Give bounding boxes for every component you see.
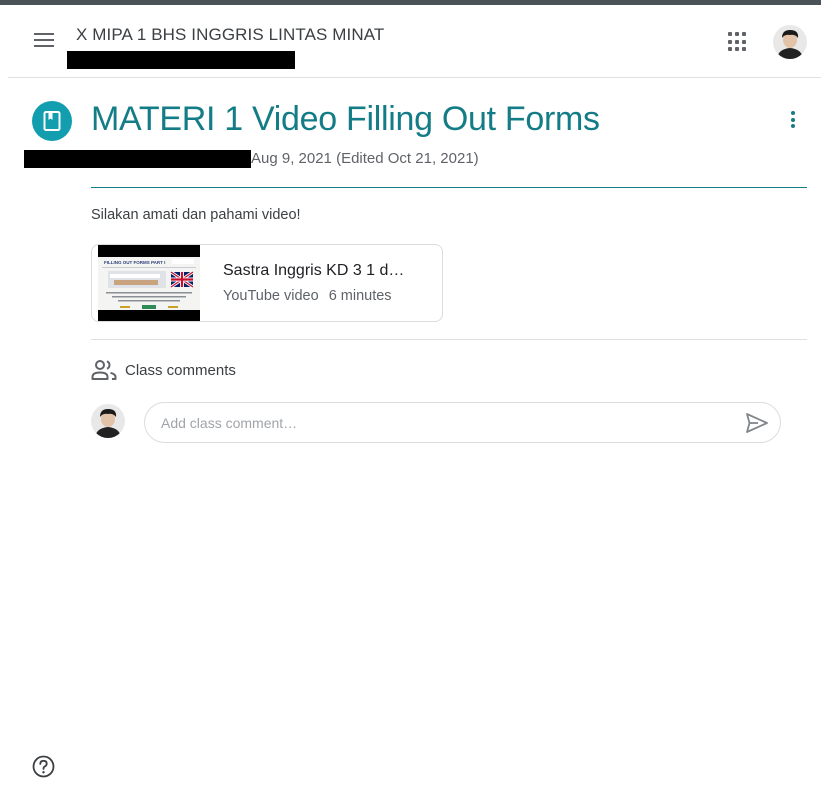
youtube-attachment-card[interactable]: FILLING OUT FORMS PART I Sastra Inggris <box>91 244 443 322</box>
post-title: MATERI 1 Video Filling Out Forms <box>91 100 600 138</box>
commenter-avatar <box>91 404 125 438</box>
class-comments-label: Class comments <box>125 362 236 379</box>
app-header: X MIPA 1 BHS INGGRIS LINTAS MINAT <box>8 5 821 78</box>
material-book-icon <box>32 101 72 141</box>
attachment-duration: 6 minutes <box>328 288 392 304</box>
send-icon[interactable] <box>745 412 769 434</box>
google-apps-grid-icon[interactable] <box>728 32 748 52</box>
attachment-meta: YouTube video 6 minutes <box>223 288 392 304</box>
people-icon <box>91 359 117 381</box>
more-options-icon[interactable] <box>783 111 803 133</box>
redacted-class-section <box>67 51 295 69</box>
hamburger-menu-icon[interactable] <box>34 33 54 49</box>
title-divider <box>91 187 807 188</box>
attachment-type: YouTube video <box>223 288 319 304</box>
attachment-title[interactable]: Sastra Inggris KD 3 1 d… <box>223 262 404 280</box>
class-title[interactable]: X MIPA 1 BHS INGGRIS LINTAS MINAT <box>76 25 384 45</box>
comment-box <box>144 402 781 443</box>
post-date: Aug 9, 2021 (Edited Oct 21, 2021) <box>251 150 479 167</box>
account-avatar[interactable] <box>773 25 807 59</box>
video-thumbnail: FILLING OUT FORMS PART I <box>98 245 200 321</box>
class-comment-input[interactable] <box>161 403 731 442</box>
help-circle-icon[interactable] <box>32 755 55 778</box>
post-description: Silakan amati dan pahami video! <box>91 207 301 223</box>
comments-divider <box>91 339 807 340</box>
thumbnail-heading: FILLING OUT FORMS PART I <box>104 260 165 265</box>
redacted-author-name <box>24 150 251 168</box>
